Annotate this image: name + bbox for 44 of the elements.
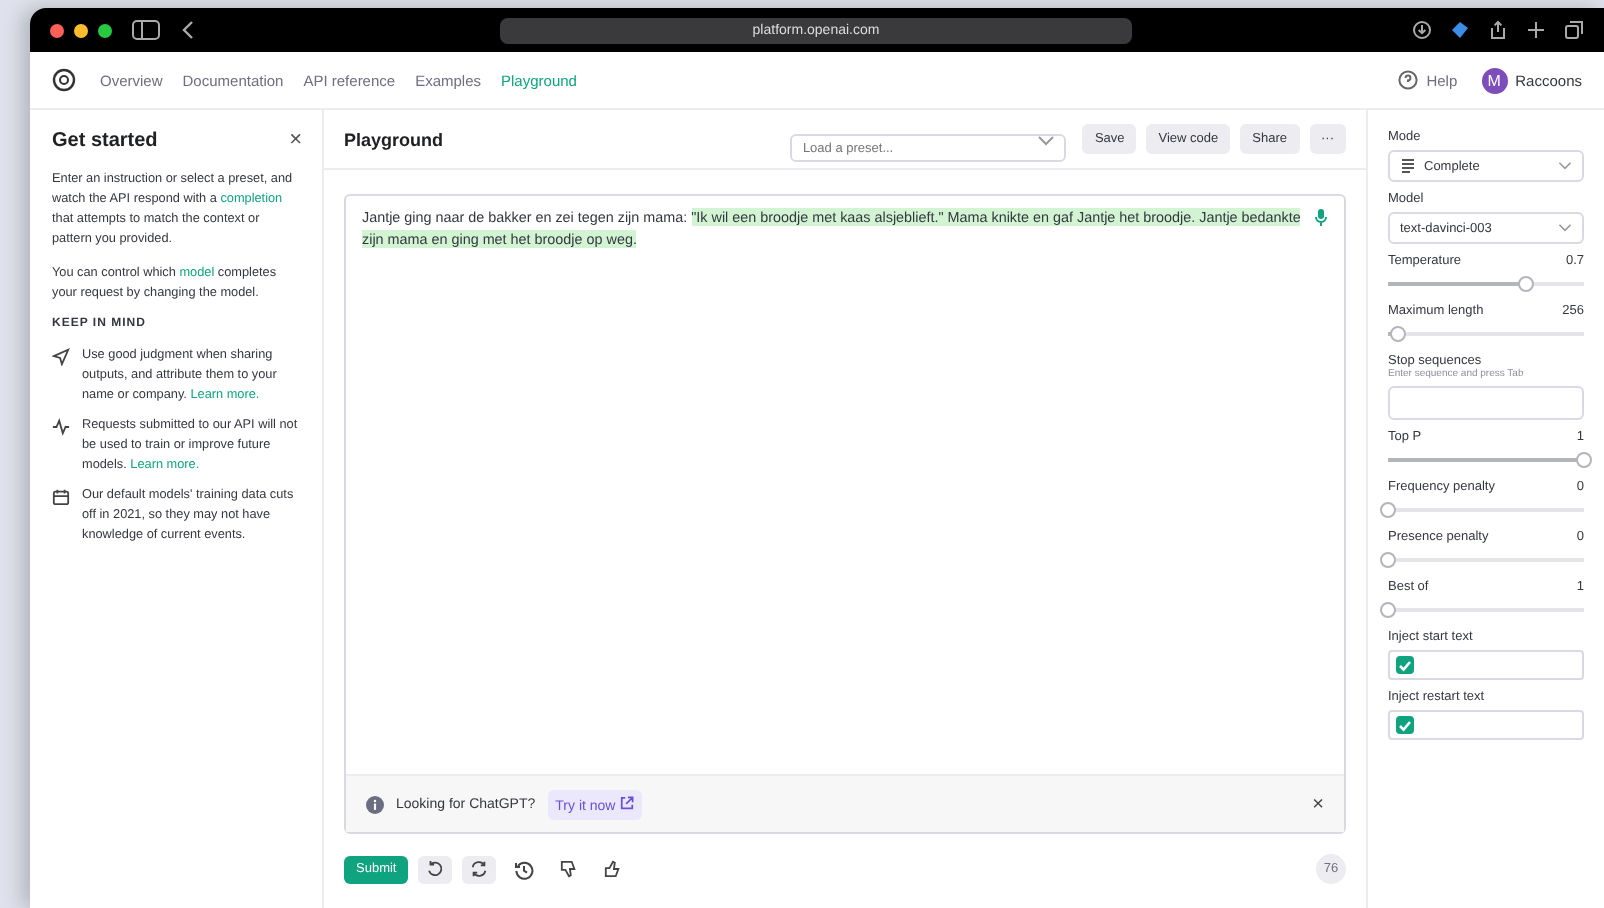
text-field[interactable] xyxy=(1388,650,1584,680)
document-icon xyxy=(1400,158,1416,174)
close-window-button[interactable] xyxy=(50,23,64,37)
extension-icon[interactable] xyxy=(1450,20,1470,40)
info-icon xyxy=(366,795,384,813)
minimize-window-button[interactable] xyxy=(74,23,88,37)
slider-thumb[interactable] xyxy=(1576,452,1592,468)
close-button[interactable]: × xyxy=(1312,793,1324,815)
logo-icon[interactable] xyxy=(52,68,76,92)
calendar-icon xyxy=(52,488,70,506)
slider-thumb[interactable] xyxy=(1380,602,1396,618)
checkbox[interactable] xyxy=(1396,716,1414,734)
slider-thumb[interactable] xyxy=(1517,276,1534,292)
chevron-down-icon xyxy=(1558,162,1572,170)
download-icon[interactable] xyxy=(1412,20,1432,40)
close-button[interactable]: × xyxy=(289,130,302,152)
thumbs-up-icon[interactable] xyxy=(604,860,623,878)
slider-thumb[interactable] xyxy=(1389,326,1406,342)
microphone-icon[interactable] xyxy=(1314,208,1328,226)
slider-thumb[interactable] xyxy=(1380,552,1396,568)
history-icon[interactable] xyxy=(514,859,535,879)
undo-icon xyxy=(426,860,445,878)
user-avatar[interactable]: M xyxy=(1481,67,1508,93)
slider-thumb[interactable] xyxy=(1380,502,1396,518)
pulse-icon xyxy=(52,418,70,436)
stop-sequence-field[interactable] xyxy=(1388,386,1584,420)
thumbs-down-icon[interactable] xyxy=(560,860,579,878)
new-tab-icon[interactable] xyxy=(1526,20,1546,40)
zoom-window-button[interactable] xyxy=(98,23,112,37)
share-icon[interactable] xyxy=(1488,20,1508,40)
chevron-down-icon xyxy=(1558,224,1572,232)
sidebar-toggle-icon[interactable] xyxy=(132,20,160,40)
page-title: Playground xyxy=(344,129,444,149)
sidebar-title: Get started xyxy=(52,130,158,152)
help-icon[interactable] xyxy=(1398,70,1419,90)
send-icon xyxy=(52,348,70,366)
chevron-down-icon xyxy=(1038,135,1055,145)
external-link-icon xyxy=(619,795,634,809)
undo-button[interactable] xyxy=(418,855,453,883)
tabs-icon[interactable] xyxy=(1564,20,1584,40)
checkbox[interactable] xyxy=(1396,656,1414,674)
refresh-icon xyxy=(470,860,489,878)
text-field[interactable] xyxy=(1388,710,1584,740)
regenerate-button[interactable] xyxy=(462,855,497,883)
